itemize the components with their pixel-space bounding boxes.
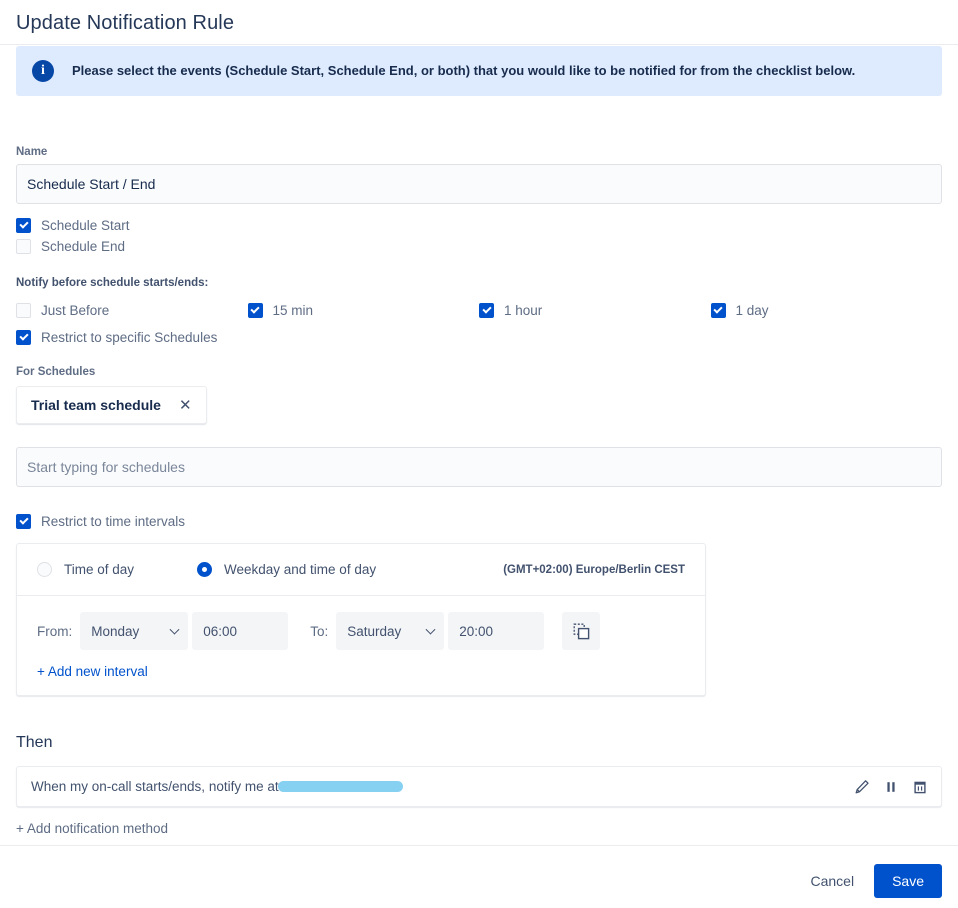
checkbox-schedule-start[interactable]: Schedule Start xyxy=(16,216,942,234)
cancel-button[interactable]: Cancel xyxy=(800,865,864,897)
info-banner: i Please select the events (Schedule Sta… xyxy=(16,46,942,96)
checkbox-restrict-intervals-box[interactable] xyxy=(16,513,31,529)
checkbox-1-day-label: 1 day xyxy=(735,303,769,318)
notification-method-row[interactable]: When my on-call starts/ends, notify me a… xyxy=(16,766,942,807)
checkbox-just-before-label: Just Before xyxy=(41,303,110,318)
save-button[interactable]: Save xyxy=(874,864,942,898)
time-interval-panel: Time of day Weekday and time of day (GMT… xyxy=(16,543,706,696)
checkbox-1-day-box[interactable] xyxy=(710,303,726,318)
interval-mode-row: Time of day Weekday and time of day (GMT… xyxy=(17,544,705,596)
interval-row: From: Monday 06:00 To: Saturday 20:00 xyxy=(37,612,685,650)
page-title: Update Notification Rule xyxy=(16,12,235,34)
duplicate-interval-button[interactable] xyxy=(562,612,601,650)
checkbox-schedule-end-label: Schedule End xyxy=(41,238,126,254)
checkbox-just-before-box[interactable] xyxy=(16,303,31,318)
checkbox-1-hour-label: 1 hour xyxy=(504,303,543,318)
duplicate-icon xyxy=(573,623,590,639)
to-time-input[interactable]: 20:00 xyxy=(448,612,545,650)
checkbox-1-hour[interactable]: 1 hour xyxy=(479,303,711,318)
checkbox-restrict-schedules-label: Restrict to specific Schedules xyxy=(41,329,218,345)
checkbox-schedule-end-box[interactable] xyxy=(16,238,31,254)
then-heading: Then xyxy=(16,734,53,751)
edit-notification-method-button[interactable] xyxy=(853,778,871,796)
pause-notification-method-button[interactable] xyxy=(882,778,900,796)
checkbox-15-min[interactable]: 15 min xyxy=(247,303,480,318)
notify-before-options: Just Before 15 min 1 hour 1 day xyxy=(16,303,942,318)
checkbox-restrict-intervals[interactable]: Restrict to time intervals xyxy=(16,512,942,530)
notification-method-prefix: When my on-call starts/ends, notify me a… xyxy=(31,779,283,794)
add-notification-method-link[interactable]: + Add notification method xyxy=(16,821,168,836)
delete-notification-method-button[interactable] xyxy=(911,778,929,796)
timezone-label: (GMT+02:00) Europe/Berlin CEST xyxy=(503,563,685,576)
footer-actions: Cancel Save xyxy=(800,864,942,898)
to-time-value: 20:00 xyxy=(459,623,494,639)
checkbox-schedule-start-label: Schedule Start xyxy=(41,217,130,233)
from-day-select[interactable]: Monday xyxy=(80,612,189,650)
schedule-tag[interactable]: Trial team schedule ✕ xyxy=(16,386,207,424)
schedule-tag-label: Trial team schedule xyxy=(31,397,161,413)
info-banner-text: Please select the events (Schedule Start… xyxy=(72,63,856,79)
notification-method-redacted-value xyxy=(278,779,403,794)
name-input[interactable] xyxy=(16,164,942,204)
from-time-input[interactable]: 06:00 xyxy=(192,612,289,650)
pause-icon xyxy=(887,781,895,792)
checkbox-15-min-label: 15 min xyxy=(272,303,314,318)
chevron-down-icon xyxy=(425,624,436,635)
close-icon[interactable]: ✕ xyxy=(179,398,192,413)
info-icon: i xyxy=(32,60,54,82)
radio-time-of-day-button[interactable] xyxy=(37,562,52,577)
notification-method-actions xyxy=(853,778,929,796)
edit-icon xyxy=(855,779,869,793)
checkbox-restrict-schedules-box[interactable] xyxy=(16,329,31,345)
checkbox-schedule-end[interactable]: Schedule End xyxy=(16,237,942,255)
radio-time-of-day[interactable]: Time of day xyxy=(37,562,197,577)
radio-weekday-time-of-day-button[interactable] xyxy=(197,562,212,577)
checkbox-1-day[interactable]: 1 day xyxy=(710,303,943,318)
delete-icon xyxy=(914,781,926,793)
radio-weekday-time-of-day[interactable]: Weekday and time of day xyxy=(197,562,376,577)
from-time-value: 06:00 xyxy=(203,623,238,639)
to-day-value: Saturday xyxy=(347,623,402,639)
checkbox-restrict-intervals-label: Restrict to time intervals xyxy=(41,513,186,529)
from-day-value: Monday xyxy=(91,623,140,639)
checkbox-just-before[interactable]: Just Before xyxy=(16,303,248,318)
footer-divider xyxy=(0,845,958,846)
notify-before-heading: Notify before schedule starts/ends: xyxy=(16,277,209,289)
radio-time-of-day-label: Time of day xyxy=(64,562,135,577)
chevron-down-icon xyxy=(169,624,180,635)
from-label: From: xyxy=(37,623,73,639)
checkbox-restrict-schedules[interactable]: Restrict to specific Schedules xyxy=(16,328,942,346)
to-label: To: xyxy=(310,623,329,639)
checkbox-15-min-box[interactable] xyxy=(247,303,263,318)
checkbox-1-hour-box[interactable] xyxy=(479,303,494,318)
for-schedules-label: For Schedules xyxy=(16,366,96,378)
name-label: Name xyxy=(16,146,48,158)
notification-method-text: When my on-call starts/ends, notify me a… xyxy=(31,779,403,794)
to-day-select[interactable]: Saturday xyxy=(336,612,445,650)
checkbox-schedule-start-box[interactable] xyxy=(16,217,31,233)
add-new-interval-link[interactable]: + Add new interval xyxy=(37,664,148,679)
header-divider xyxy=(0,44,958,45)
radio-weekday-time-of-day-label: Weekday and time of day xyxy=(224,562,377,577)
schedules-search-input[interactable] xyxy=(16,447,942,487)
